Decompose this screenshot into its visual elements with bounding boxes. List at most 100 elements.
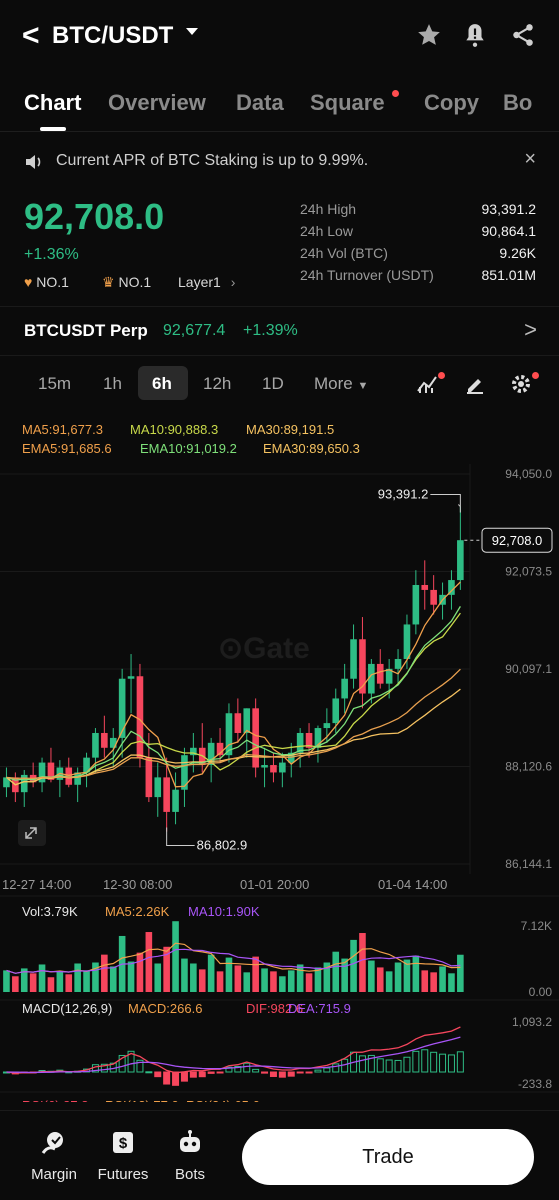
tab-square[interactable]: Square — [310, 90, 385, 116]
volume-bar — [305, 973, 313, 992]
volume-bar — [234, 965, 242, 992]
x-tick-label: 01-04 14:00 — [378, 877, 447, 892]
perp-row[interactable]: BTCUSDT Perp 92,677.4 +1.39% > — [0, 306, 559, 356]
candle-body — [421, 584, 429, 590]
volume-bar — [172, 921, 179, 992]
volume-bar — [101, 954, 108, 992]
interval-1d[interactable]: 1D — [262, 374, 284, 394]
x-tick-label: 12-27 14:00 — [2, 877, 71, 892]
nav-bots[interactable]: Bots — [160, 1129, 220, 1183]
volume-bar — [154, 963, 162, 992]
bots-icon — [180, 1130, 200, 1152]
x-tick-label: 12-30 08:00 — [103, 877, 172, 892]
candle-body — [118, 678, 126, 738]
tab-overview[interactable]: Overview — [108, 90, 206, 116]
macd-histogram-bar — [189, 1071, 197, 1078]
ma-legend: MA5:91,677.3 — [22, 422, 103, 437]
ema-legend: EMA10:91,019.2 — [140, 441, 237, 456]
interval-more[interactable]: More ▼ — [314, 374, 368, 394]
indicators-icon[interactable] — [416, 373, 440, 395]
macd-histogram-bar — [430, 1051, 438, 1073]
last-price: 92,708.0 — [24, 196, 165, 237]
volume-bar — [12, 976, 19, 992]
volume-bar — [181, 958, 188, 992]
volume-bar — [359, 933, 366, 992]
volume-bar — [109, 966, 117, 992]
speaker-icon — [26, 155, 41, 169]
price-alert-icon[interactable] — [462, 22, 488, 48]
volume-bar — [296, 964, 304, 992]
stats-panel: 24h High 93,391.2 24h Low 90,864.1 24h Vol… — [300, 201, 536, 289]
draw-pencil-icon[interactable] — [464, 373, 486, 395]
chart-area[interactable]: MA5:91,677.3 MA10:90,888.3 MA30:89,191.5 EM… — [0, 412, 559, 1113]
volume-bar — [394, 962, 402, 992]
macd-histogram-bar — [243, 1062, 251, 1073]
macd-histogram-bar — [376, 1058, 384, 1073]
ema-legend: EMA5:91,685.6 — [22, 441, 112, 456]
high-label: 93,391.2 — [378, 486, 429, 501]
macd-histogram-bar — [198, 1071, 206, 1078]
macd-histogram-bar — [323, 1067, 331, 1073]
candle-body — [234, 713, 242, 733]
volume-bar — [457, 954, 464, 992]
gear-icon[interactable] — [510, 373, 532, 395]
tab-copy[interactable]: Copy — [424, 90, 479, 116]
macd-legend: DEA:715.9 — [288, 1001, 351, 1016]
candlestick-chart[interactable]: MA5:91,677.3 MA10:90,888.3 MA30:89,191.5 EM… — [0, 412, 559, 1113]
volume-legend: Vol:3.79K — [22, 904, 78, 919]
interval-6h[interactable]: 6h — [152, 374, 172, 394]
volume-bar — [261, 968, 268, 992]
candle-body — [136, 676, 144, 758]
macd-histogram-bar — [447, 1054, 455, 1073]
last-price-tag-label: 92,708.0 — [492, 533, 543, 548]
badge-rank-2[interactable]: ♛ NO.1 — [102, 274, 151, 291]
macd-histogram-bar — [154, 1071, 162, 1078]
macd-histogram-bar — [421, 1049, 429, 1073]
volume-bar — [448, 973, 455, 992]
interval-15m[interactable]: 15m — [38, 374, 71, 394]
macd-histogram-bar — [163, 1071, 171, 1085]
volume-bar — [332, 951, 340, 992]
close-icon[interactable]: × — [524, 148, 536, 171]
top-bar: < BTC/USDT — [0, 0, 559, 72]
back-button[interactable]: < — [22, 20, 40, 52]
macd-histogram-bar — [314, 1069, 322, 1073]
tab-chart[interactable]: Chart — [24, 90, 81, 116]
tab-data[interactable]: Data — [236, 90, 284, 116]
active-tab-indicator — [40, 127, 66, 131]
chevron-right-icon[interactable]: > — [524, 317, 537, 343]
interval-1h[interactable]: 1h — [103, 374, 122, 394]
macd-histogram-bar — [456, 1051, 464, 1073]
trade-button[interactable]: Trade — [242, 1129, 534, 1185]
badge-rank-1[interactable]: ♥ NO.1 — [24, 274, 69, 290]
share-icon[interactable] — [510, 22, 536, 48]
y-tick-label: 86,144.1 — [505, 857, 552, 871]
candle-body — [172, 789, 179, 812]
macd-histogram-bar — [358, 1055, 366, 1073]
volume-bar — [350, 939, 357, 992]
rsi-legend: RSI(6):87.8 — [22, 1098, 88, 1102]
macd-histogram-bar — [287, 1071, 295, 1077]
x-tick-label: 01-01 20:00 — [240, 877, 309, 892]
interval-12h[interactable]: 12h — [203, 374, 231, 394]
main-tabs: Chart Overview Data Square Copy Bo — [0, 80, 559, 132]
chevron-right-icon: › — [230, 274, 236, 290]
price-change: +1.36% — [24, 246, 79, 263]
volume-bar — [38, 964, 46, 992]
star-icon[interactable] — [416, 22, 442, 48]
volume-bar — [3, 970, 10, 992]
staking-notice[interactable]: Current APR of BTC Staking is up to 9.99… — [24, 148, 544, 176]
pair-dropdown-icon[interactable] — [186, 28, 198, 35]
svg-text:$: $ — [119, 1135, 128, 1152]
nav-margin[interactable]: Margin — [24, 1129, 84, 1183]
volume-bar — [65, 974, 73, 992]
macd-histogram-bar — [172, 1071, 180, 1086]
tab-bots-partial[interactable]: Bo — [503, 90, 532, 116]
candle-body — [101, 732, 108, 748]
nav-futures[interactable]: $ Futures — [93, 1129, 153, 1183]
volume-bar — [270, 971, 277, 992]
notification-dot — [392, 90, 399, 97]
badge-layer1[interactable]: Layer1 › — [178, 274, 235, 290]
volume-legend: MA5:2.26K — [105, 904, 170, 919]
pair-title[interactable]: BTC/USDT — [52, 22, 173, 50]
